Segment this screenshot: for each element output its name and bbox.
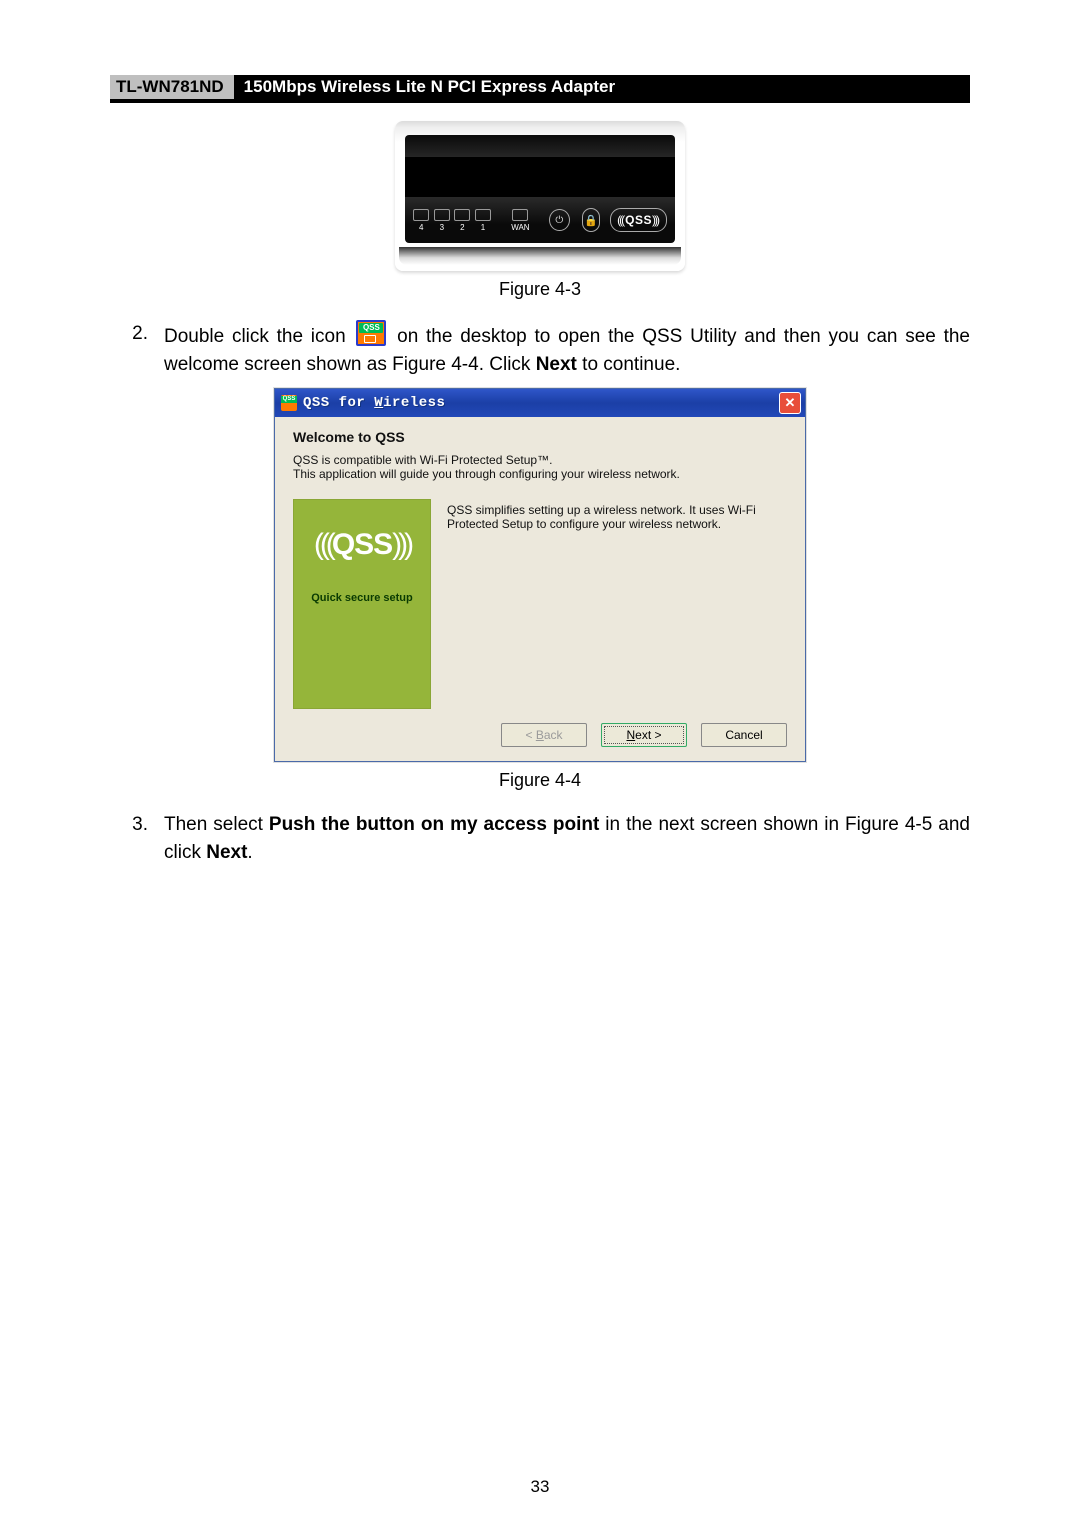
dialog-title-text: QSS for Wireless (303, 395, 445, 411)
step-3-bold-push: Push the button on my access point (269, 814, 599, 835)
step-3-bold-next: Next (206, 842, 247, 863)
product-name: 150Mbps Wireless Lite N PCI Express Adap… (234, 75, 970, 99)
dialog-titlebar: QSS for Wireless ✕ (275, 389, 805, 417)
qss-logo-icon: (((QSS))) (294, 528, 430, 562)
next-button[interactable]: Next > (601, 723, 687, 747)
dialog-title-icon (281, 395, 297, 411)
lan-port-3: 3 (434, 209, 451, 232)
router-figure: 4 3 2 1 WAN ⏻ 🔒 (((QSS))) (395, 121, 685, 271)
step-2-text-a: Double click the icon (164, 326, 353, 347)
step-3: 3. Then select Push the button on my acc… (110, 811, 970, 866)
dialog-heading: Welcome to QSS (293, 429, 787, 445)
step-3-text-a: Then select (164, 814, 269, 835)
figure-4-4-caption: Figure 4-4 (110, 770, 970, 791)
qss-dialog: QSS for Wireless ✕ Welcome to QSS QSS is… (274, 388, 806, 762)
step-3-number: 3. (110, 811, 164, 866)
qss-desktop-icon (356, 320, 386, 346)
close-icon[interactable]: ✕ (779, 392, 801, 414)
page-number: 33 (0, 1477, 1080, 1497)
wan-port: WAN (511, 209, 529, 232)
dialog-line-2: This application will guide you through … (293, 467, 787, 481)
lan-port-2: 2 (454, 209, 471, 232)
step-2-number: 2. (110, 320, 164, 378)
lock-icon: 🔒 (582, 208, 601, 232)
model-code: TL-WN781ND (110, 75, 234, 99)
power-icon: ⏻ (549, 209, 569, 231)
cancel-button[interactable]: Cancel (701, 723, 787, 747)
lan-port-1: 1 (475, 209, 492, 232)
header-rule (110, 99, 970, 103)
dialog-description: QSS simplifies setting up a wireless net… (447, 499, 787, 709)
step-2-text-c: to continue. (582, 354, 680, 375)
step-3-text-c: . (247, 842, 252, 863)
back-button[interactable]: < Back (501, 723, 587, 747)
figure-4-3-caption: Figure 4-3 (110, 279, 970, 300)
qss-button-icon: (((QSS))) (610, 208, 667, 232)
lan-port-4: 4 (413, 209, 430, 232)
dialog-button-row: < Back Next > Cancel (275, 713, 805, 761)
step-2-bold-next: Next (536, 354, 577, 375)
quick-secure-setup-label: Quick secure setup (294, 592, 430, 604)
doc-header: TL-WN781ND 150Mbps Wireless Lite N PCI E… (110, 75, 970, 99)
step-2: 2. Double click the icon on the desktop … (110, 320, 970, 378)
dialog-line-1: QSS is compatible with Wi-Fi Protected S… (293, 453, 787, 467)
dialog-left-panel: (((QSS))) Quick secure setup (293, 499, 431, 709)
